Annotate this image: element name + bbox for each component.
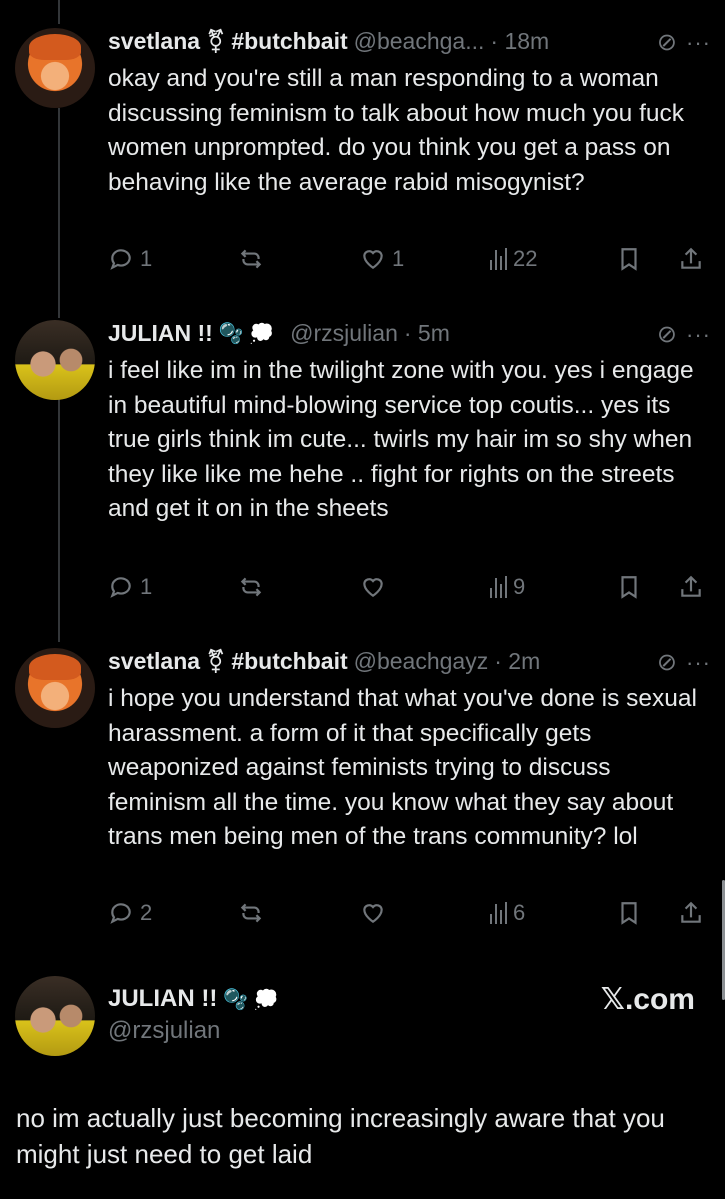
slashed-circle-icon[interactable]: ⊘ xyxy=(657,28,677,57)
views-icon xyxy=(490,248,507,270)
tweet-actions: 1 9 xyxy=(108,574,711,610)
tweet-header: JULIAN !! 🫧 💭 @rzsjulian · 5m xyxy=(108,320,450,347)
tweet[interactable]: svetlana ⚧ #butchbait @beachga... · 18m … xyxy=(0,0,725,300)
tweet-header: svetlana ⚧ #butchbait @beachga... · 18m xyxy=(108,28,549,55)
handle[interactable]: @beachga... xyxy=(354,28,485,55)
avatar[interactable] xyxy=(15,28,95,108)
views-button[interactable]: 22 xyxy=(490,246,537,272)
bookmark-button[interactable] xyxy=(616,574,642,600)
views-count: 9 xyxy=(513,574,526,599)
x-brand-logo: 𝕏.com xyxy=(600,983,695,1016)
bookmark-icon xyxy=(621,248,637,271)
share-button[interactable] xyxy=(678,574,704,600)
bookmark-icon xyxy=(621,576,637,599)
like-button[interactable] xyxy=(360,900,392,926)
name-tag: #butchbait xyxy=(231,648,348,674)
slashed-circle-icon[interactable]: ⊘ xyxy=(657,648,677,677)
reply-count: 2 xyxy=(140,900,153,925)
heart-icon xyxy=(363,904,383,923)
like-button[interactable] xyxy=(360,574,392,600)
name-emoji: 🫧 💭 xyxy=(218,323,275,345)
more-icon[interactable]: ··· xyxy=(686,322,711,348)
repost-button[interactable] xyxy=(238,900,270,926)
gender-symbol: ⚧ xyxy=(206,28,226,54)
card-name-emoji: 🫧 💭 xyxy=(223,988,279,1011)
share-icon xyxy=(681,575,701,597)
card-display-name[interactable]: JULIAN !! xyxy=(108,985,217,1013)
bookmark-button[interactable] xyxy=(616,246,642,272)
bookmark-icon xyxy=(621,902,637,925)
repost-button[interactable] xyxy=(238,574,270,600)
share-button[interactable] xyxy=(678,246,704,272)
avatar[interactable] xyxy=(15,320,95,400)
reply-count: 1 xyxy=(140,574,153,599)
views-count: 6 xyxy=(513,900,526,925)
card-avatar[interactable] xyxy=(15,976,95,1056)
reply-icon xyxy=(110,577,131,598)
timestamp[interactable]: · 18m xyxy=(490,28,549,55)
more-icon[interactable]: ··· xyxy=(686,650,711,676)
views-icon xyxy=(490,902,507,924)
views-count: 22 xyxy=(513,246,538,271)
display-name[interactable]: svetlana xyxy=(108,28,200,55)
like-button[interactable]: 1 xyxy=(360,246,404,272)
card-header: JULIAN !! 🫧 💭 @rzsjulian xyxy=(108,985,279,1045)
more-icon[interactable]: ··· xyxy=(686,30,711,56)
slashed-circle-icon[interactable]: ⊘ xyxy=(657,320,677,349)
tweet-header: svetlana ⚧ #butchbait @beachgayz · 2m xyxy=(108,648,540,675)
share-button[interactable] xyxy=(678,900,704,926)
tweet-actions: 1 1 22 xyxy=(108,246,711,282)
views-button[interactable]: 6 xyxy=(490,900,525,926)
views-button[interactable]: 9 xyxy=(490,574,525,600)
share-icon xyxy=(681,247,701,269)
tweet-text: i hope you understand that what you've d… xyxy=(108,685,697,850)
reply-button[interactable]: 2 xyxy=(108,900,152,926)
repost-icon xyxy=(240,577,262,597)
timestamp[interactable]: · 5m xyxy=(404,320,450,347)
reply-icon xyxy=(110,903,131,924)
card-text: no im actually just becoming increasingl… xyxy=(16,1103,665,1169)
reply-button[interactable]: 1 xyxy=(108,574,152,600)
repost-icon xyxy=(240,249,262,269)
handle[interactable]: @beachgayz xyxy=(354,648,489,675)
display-name[interactable]: JULIAN !! xyxy=(108,320,213,347)
bookmark-button[interactable] xyxy=(616,900,642,926)
share-icon xyxy=(681,901,701,923)
name-tag: #butchbait xyxy=(231,28,348,54)
repost-button[interactable] xyxy=(238,246,270,272)
card-handle[interactable]: @rzsjulian xyxy=(108,1017,279,1045)
avatar[interactable] xyxy=(15,648,95,728)
heart-icon xyxy=(363,250,383,269)
reply-icon xyxy=(110,249,131,270)
handle[interactable]: @rzsjulian xyxy=(290,320,398,347)
like-count: 1 xyxy=(392,246,405,271)
reply-count: 1 xyxy=(140,246,153,271)
reply-button[interactable]: 1 xyxy=(108,246,152,272)
tweet[interactable]: svetlana ⚧ #butchbait @beachgayz · 2m ⊘ … xyxy=(0,630,725,960)
tweet-text: okay and you're still a man responding t… xyxy=(108,65,685,196)
repost-icon xyxy=(240,903,262,923)
heart-icon xyxy=(363,578,383,597)
display-name[interactable]: svetlana xyxy=(108,648,200,675)
tweet-text: i feel like im in the twilight zone with… xyxy=(108,357,694,522)
tweet-actions: 2 6 xyxy=(108,900,711,936)
gender-symbol: ⚧ xyxy=(206,648,226,674)
views-icon xyxy=(490,576,507,598)
tweet[interactable]: JULIAN !! 🫧 💭 @rzsjulian · 5m ⊘ ··· i fe… xyxy=(0,300,725,630)
timestamp[interactable]: · 2m xyxy=(494,648,540,675)
